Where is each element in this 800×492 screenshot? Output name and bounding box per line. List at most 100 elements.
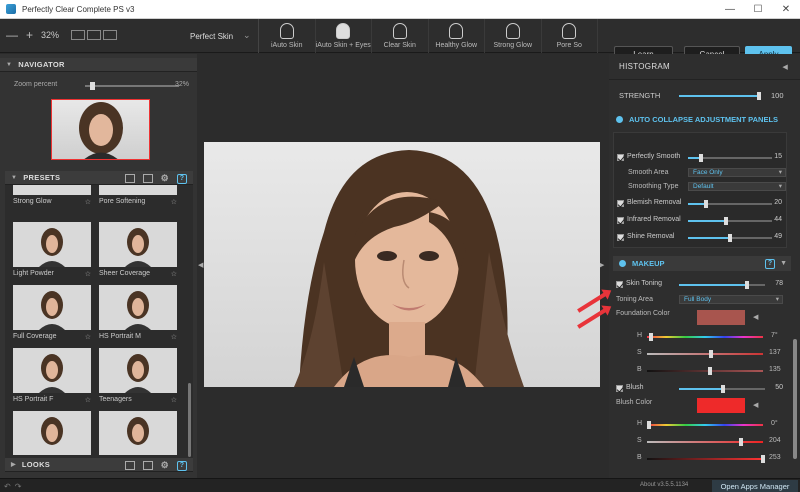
preset-card[interactable]: Teenagers ☆ bbox=[99, 348, 177, 404]
preset-card[interactable]: Pore Softening ☆ bbox=[99, 185, 177, 206]
foundation-brightness-slider[interactable] bbox=[647, 367, 763, 375]
shine-removal-checkbox[interactable] bbox=[617, 234, 624, 241]
slider-knob[interactable] bbox=[745, 281, 749, 289]
skin-preset-clear-skin[interactable]: Clear Skin bbox=[372, 19, 429, 53]
slider-knob[interactable] bbox=[709, 350, 713, 358]
redo-icon[interactable]: ↷ bbox=[15, 482, 22, 491]
skin-toning-checkbox[interactable] bbox=[616, 281, 623, 288]
list-view-icon[interactable] bbox=[142, 461, 153, 470]
zoom-slider-knob[interactable] bbox=[90, 82, 95, 90]
slider-knob[interactable] bbox=[728, 234, 732, 242]
close-button[interactable]: ✕ bbox=[772, 0, 800, 19]
skin-preset-healthy-glow[interactable]: Healthy Glow bbox=[429, 19, 485, 53]
blush-hue-slider[interactable] bbox=[647, 421, 763, 429]
skin-preset-strong-glow[interactable]: Strong Glow bbox=[485, 19, 542, 53]
favorite-star-icon[interactable]: ☆ bbox=[85, 198, 91, 206]
preset-card[interactable]: Full Coverage ☆ bbox=[13, 285, 91, 341]
list-view-icon[interactable] bbox=[142, 174, 153, 183]
strength-slider-knob[interactable] bbox=[757, 92, 761, 100]
navigator-header[interactable]: ▼ NAVIGATOR bbox=[0, 58, 197, 72]
smooth-area-dropdown[interactable]: Face Only bbox=[688, 168, 786, 177]
favorite-star-icon[interactable]: ☆ bbox=[85, 396, 91, 404]
preset-card[interactable]: Sheer Coverage ☆ bbox=[99, 222, 177, 278]
slider-knob[interactable] bbox=[708, 367, 712, 375]
expand-left-icon[interactable]: ◀ bbox=[753, 313, 758, 321]
preset-card[interactable]: HS Portrait F ☆ bbox=[13, 348, 91, 404]
skin-toning-slider[interactable] bbox=[679, 281, 765, 289]
shine-removal-slider[interactable] bbox=[688, 234, 772, 242]
skin-preset-iauto-skin[interactable]: iAuto Skin bbox=[259, 19, 316, 53]
slider-knob[interactable] bbox=[699, 154, 703, 162]
zoom-in-button[interactable]: + bbox=[26, 28, 33, 42]
right-panel-scrollbar[interactable] bbox=[793, 339, 797, 459]
makeup-header[interactable]: MAKEUP ? ▼ bbox=[613, 256, 791, 271]
slider-knob[interactable] bbox=[724, 217, 728, 225]
blush-brightness-slider[interactable] bbox=[647, 455, 765, 463]
favorite-star-icon[interactable]: ☆ bbox=[171, 198, 177, 206]
preset-card[interactable] bbox=[99, 411, 177, 455]
blush-saturation-slider[interactable] bbox=[647, 438, 763, 446]
perfectly-smooth-checkbox[interactable] bbox=[617, 154, 624, 161]
favorite-star-icon[interactable]: ☆ bbox=[171, 270, 177, 278]
perfectly-smooth-slider[interactable] bbox=[688, 154, 772, 162]
slider-knob[interactable] bbox=[704, 200, 708, 208]
auto-collapse-toggle[interactable]: AUTO COLLAPSE ADJUSTMENT PANELS bbox=[616, 115, 778, 124]
foundation-hue-slider[interactable] bbox=[647, 333, 763, 341]
foundation-saturation-slider[interactable] bbox=[647, 350, 763, 358]
favorite-star-icon[interactable]: ☆ bbox=[85, 333, 91, 341]
slider-knob[interactable] bbox=[647, 421, 651, 429]
collapse-triangle-icon[interactable]: ▼ bbox=[780, 260, 787, 267]
grid-view-icon[interactable] bbox=[124, 174, 135, 183]
navigator-thumbnail[interactable] bbox=[51, 99, 150, 160]
blush-color-swatch[interactable] bbox=[697, 398, 745, 413]
preset-card[interactable] bbox=[13, 411, 91, 455]
grid-view-icon[interactable] bbox=[124, 461, 135, 470]
favorite-star-icon[interactable]: ☆ bbox=[171, 333, 177, 341]
collapse-left-panel-icon[interactable]: ◀ bbox=[198, 261, 203, 269]
expand-left-icon[interactable]: ◀ bbox=[753, 401, 758, 409]
blemish-removal-slider[interactable] bbox=[688, 200, 772, 208]
gear-icon[interactable]: ⚙ bbox=[161, 173, 169, 184]
slider-knob[interactable] bbox=[761, 455, 765, 463]
skin-preset-iauto-skin-eyes[interactable]: iAuto Skin + Eyes bbox=[316, 19, 372, 53]
preset-card[interactable]: Strong Glow ☆ bbox=[13, 185, 91, 206]
preset-selector[interactable]: Perfect Skin ⌄ bbox=[190, 30, 251, 41]
looks-header[interactable]: ▶ LOOKS ⚙ ? bbox=[5, 458, 193, 472]
favorite-star-icon[interactable]: ☆ bbox=[171, 396, 177, 404]
help-icon[interactable]: ? bbox=[177, 173, 187, 184]
blush-checkbox[interactable] bbox=[616, 385, 623, 392]
zoom-out-button[interactable]: — bbox=[6, 28, 18, 42]
foundation-color-swatch[interactable] bbox=[697, 310, 745, 325]
slider-knob[interactable] bbox=[739, 438, 743, 446]
zoom-slider[interactable] bbox=[85, 82, 179, 90]
smoothing-type-dropdown[interactable]: Default bbox=[688, 182, 786, 191]
gear-icon[interactable]: ⚙ bbox=[161, 460, 169, 471]
view-single-icon[interactable] bbox=[71, 30, 86, 40]
expand-left-icon[interactable]: ◀ bbox=[782, 63, 788, 71]
preset-card[interactable]: Light Powder ☆ bbox=[13, 222, 91, 278]
slider-knob[interactable] bbox=[649, 333, 653, 341]
favorite-star-icon[interactable]: ☆ bbox=[85, 270, 91, 278]
maximize-button[interactable]: ☐ bbox=[744, 0, 772, 19]
about-version[interactable]: About v3.5.5.1134 bbox=[640, 482, 688, 488]
open-apps-manager-button[interactable]: Open Apps Manager bbox=[712, 480, 798, 492]
toning-area-dropdown[interactable]: Full Body bbox=[679, 295, 783, 304]
blemish-removal-checkbox[interactable] bbox=[617, 200, 624, 207]
preset-card[interactable]: HS Portrait M ☆ bbox=[99, 285, 177, 341]
help-icon[interactable]: ? bbox=[765, 258, 775, 269]
infrared-removal-slider[interactable] bbox=[688, 217, 772, 225]
view-split-icon[interactable] bbox=[87, 30, 102, 40]
presets-scrollbar[interactable] bbox=[188, 383, 191, 457]
blush-slider[interactable] bbox=[679, 385, 765, 393]
minimize-button[interactable]: — bbox=[716, 0, 744, 19]
undo-icon[interactable]: ↶ bbox=[4, 482, 11, 491]
strength-slider[interactable] bbox=[679, 92, 761, 100]
view-side-by-side-icon[interactable] bbox=[103, 30, 118, 40]
slider-knob[interactable] bbox=[721, 385, 725, 393]
skin-preset-pore-so[interactable]: Pore So bbox=[542, 19, 598, 53]
histogram-header[interactable]: HISTOGRAM ◀ bbox=[609, 54, 800, 80]
presets-header[interactable]: ▼ PRESETS ⚙ ? bbox=[5, 171, 193, 185]
image-canvas[interactable]: ◀ ▶ bbox=[197, 54, 609, 478]
infrared-removal-checkbox[interactable] bbox=[617, 217, 624, 224]
help-icon[interactable]: ? bbox=[177, 460, 187, 471]
